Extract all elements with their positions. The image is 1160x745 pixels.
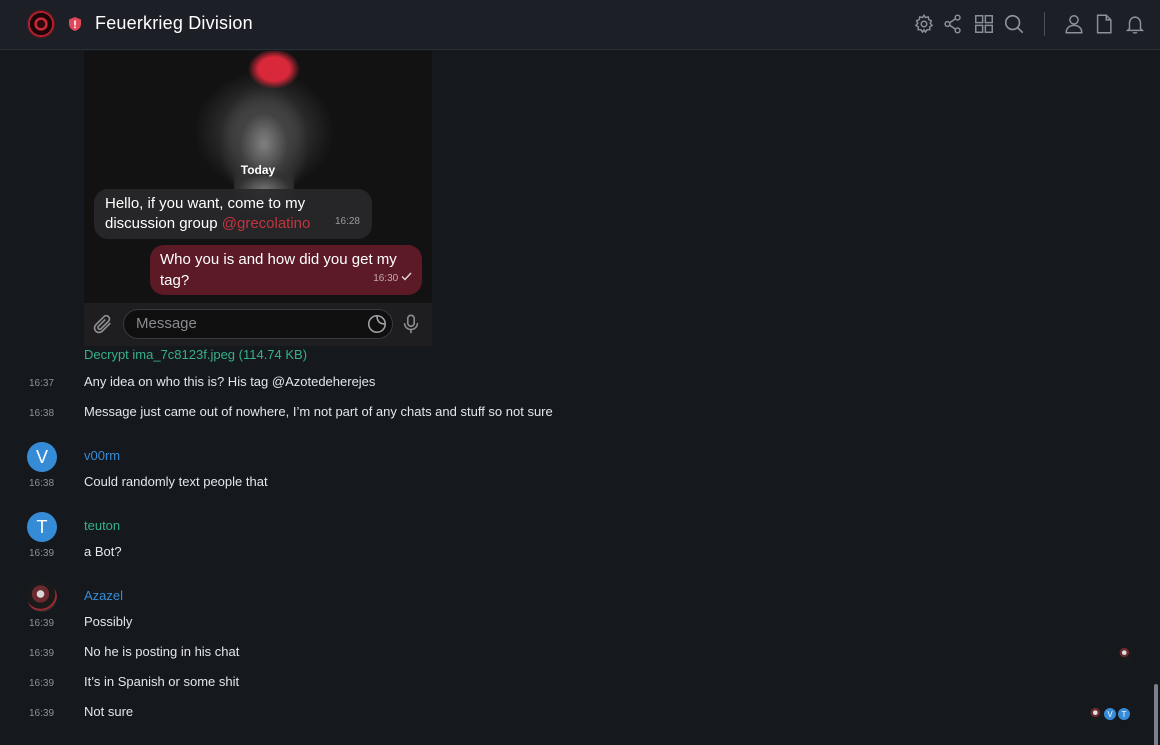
sender-header-v00rm: V v00rm bbox=[0, 442, 1160, 474]
message-row[interactable]: 16:39 Not sure V T bbox=[0, 703, 1160, 729]
read-receipt-avatar[interactable] bbox=[1089, 707, 1103, 721]
search-icon[interactable] bbox=[1003, 13, 1025, 35]
chat-app: Feuerkrieg Division Today Hello, if you … bbox=[0, 0, 1160, 745]
room-header: Feuerkrieg Division bbox=[0, 0, 1160, 50]
message-timestamp: 16:39 bbox=[29, 708, 55, 719]
message-timestamp: 16:39 bbox=[29, 678, 55, 689]
message-field: Message bbox=[123, 309, 393, 339]
mention-link: @grecolatino bbox=[221, 215, 311, 232]
files-icon[interactable] bbox=[1093, 13, 1115, 35]
message-timestamp: 16:38 bbox=[29, 408, 55, 419]
outgoing-time-text: 16:30 bbox=[373, 273, 399, 284]
settings-icon[interactable] bbox=[913, 13, 935, 35]
sender-name[interactable]: teuton bbox=[84, 518, 120, 533]
outgoing-bubble: Who you is and how did you get my tag? 1… bbox=[150, 245, 422, 295]
sender-name[interactable]: v00rm bbox=[84, 448, 120, 463]
message-timestamp: 16:37 bbox=[29, 378, 55, 389]
read-receipt-avatar[interactable]: T bbox=[1117, 707, 1131, 721]
message-text: Not sure bbox=[84, 704, 134, 719]
message-timestamp: 16:39 bbox=[29, 648, 55, 659]
message-row[interactable]: 16:39 It’s in Spanish or some shit bbox=[0, 673, 1160, 699]
incoming-bubble: Hello, if you want, come to my discussio… bbox=[94, 189, 372, 239]
check-icon bbox=[401, 272, 412, 281]
sticker-icon bbox=[367, 314, 387, 334]
people-icon[interactable] bbox=[1063, 13, 1085, 35]
message-timeline: Today Hello, if you want, come to my dis… bbox=[0, 51, 1160, 745]
avatar[interactable] bbox=[27, 582, 57, 612]
message-row[interactable]: 16:38 Could randomly text people that bbox=[0, 473, 1160, 499]
message-text: Could randomly text people that bbox=[84, 474, 268, 489]
message-row[interactable]: 16:39 Possibly bbox=[0, 613, 1160, 639]
read-receipt-avatar[interactable] bbox=[1118, 647, 1132, 661]
message-text: No he is posting in his chat bbox=[84, 644, 240, 659]
sender-header-azazel: Azazel bbox=[0, 582, 1160, 614]
message-row[interactable]: 16:39 No he is posting in his chat bbox=[0, 643, 1160, 669]
sender-name[interactable]: Azazel bbox=[84, 588, 123, 603]
message-text: Any idea on who this is? His tag @Azoted… bbox=[84, 374, 376, 389]
read-receipt-avatar[interactable]: V bbox=[1103, 707, 1117, 721]
notifications-icon[interactable] bbox=[1124, 13, 1146, 35]
screenshot-composer: Message bbox=[84, 303, 432, 346]
outgoing-text: Who you is and how did you get my tag? bbox=[160, 251, 397, 289]
incoming-time: 16:28 bbox=[334, 216, 360, 227]
apps-grid-icon[interactable] bbox=[973, 13, 995, 35]
share-icon[interactable] bbox=[942, 13, 964, 35]
message-row[interactable]: 16:38 Message just came out of nowhere, … bbox=[0, 403, 1160, 429]
timeline-scrollbar[interactable] bbox=[1154, 684, 1158, 745]
outgoing-time: 16:30 bbox=[373, 268, 412, 289]
avatar[interactable]: V bbox=[27, 442, 57, 472]
shield-icon bbox=[69, 17, 81, 31]
room-avatar[interactable] bbox=[27, 10, 55, 38]
message-timestamp: 16:39 bbox=[29, 548, 55, 559]
decrypt-attachment-link[interactable]: Decrypt ima_7c8123f.jpeg (114.74 KB) bbox=[84, 347, 307, 362]
message-text: a Bot? bbox=[84, 544, 122, 559]
room-name[interactable]: Feuerkrieg Division bbox=[95, 13, 253, 34]
microphone-icon bbox=[403, 314, 419, 334]
message-timestamp: 16:39 bbox=[29, 618, 55, 629]
image-attachment[interactable]: Today Hello, if you want, come to my dis… bbox=[84, 51, 432, 346]
header-divider bbox=[1044, 12, 1045, 36]
message-timestamp: 16:38 bbox=[29, 478, 55, 489]
message-text: It’s in Spanish or some shit bbox=[84, 674, 240, 689]
paperclip-icon bbox=[93, 314, 111, 334]
message-row[interactable]: 16:39 a Bot? bbox=[0, 543, 1160, 569]
day-separator: Today bbox=[240, 163, 276, 177]
message-text: Message just came out of nowhere, I’m no… bbox=[84, 404, 553, 419]
avatar[interactable]: T bbox=[27, 512, 57, 542]
message-text: Possibly bbox=[84, 614, 133, 629]
message-row[interactable]: 16:37 Any idea on who this is? His tag @… bbox=[0, 373, 1160, 399]
sender-header-teuton: T teuton bbox=[0, 512, 1160, 544]
